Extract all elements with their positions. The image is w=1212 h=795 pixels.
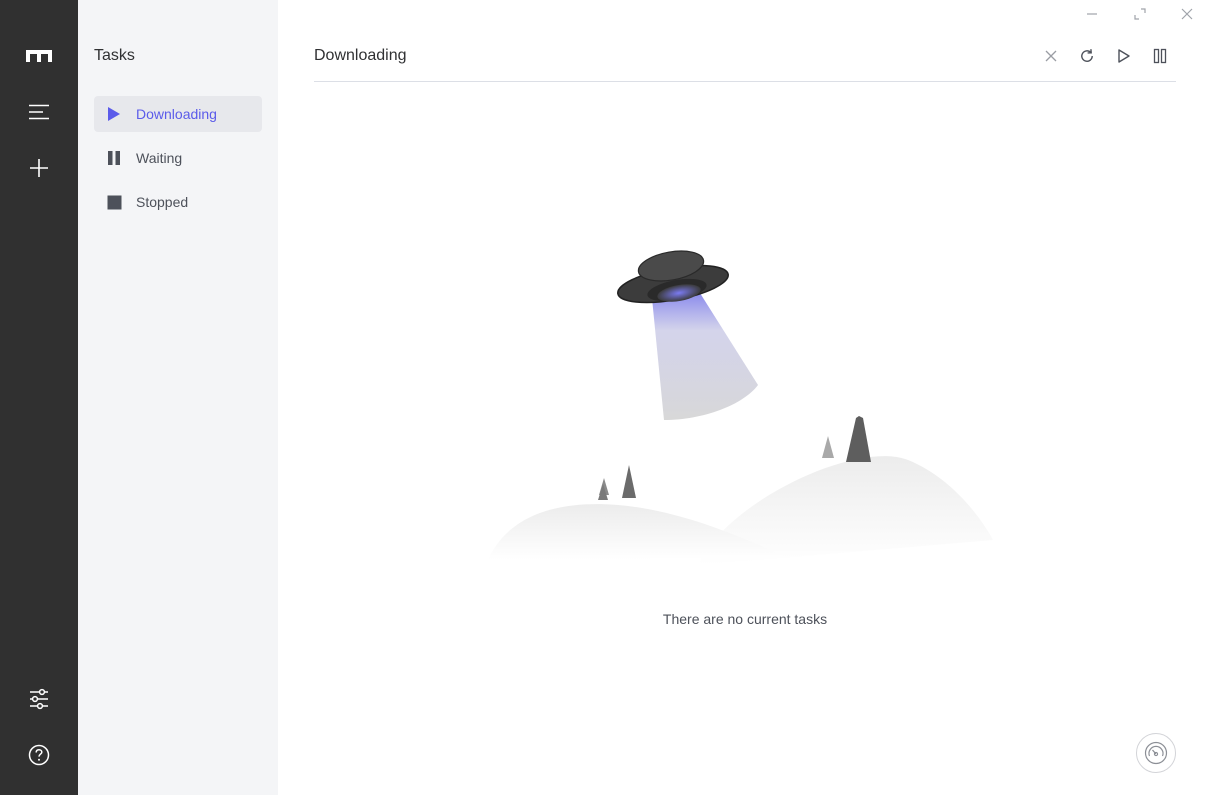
minimize-button[interactable] [1082,4,1102,24]
sidebar-item-label: Downloading [136,106,217,122]
sidebar-item-label: Stopped [136,194,189,210]
close-icon [1181,8,1193,20]
delete-task-button[interactable] [1040,45,1062,67]
question-circle-icon [28,744,50,766]
preferences-button[interactable] [19,679,59,719]
app-logo-icon [19,36,59,76]
sidebar-item-label: Waiting [136,150,183,166]
task-sidebar: Tasks Downloading Waiting Stopped [78,0,278,795]
ufo-illustration [488,250,993,565]
sliders-icon [30,688,48,710]
main-panel: Downloading There are no current tasks [278,0,1212,795]
close-window-button[interactable] [1177,4,1197,24]
sidebar-item-downloading[interactable]: Downloading [94,96,262,132]
empty-state-message: There are no current tasks [662,611,828,627]
stop-icon [106,194,122,210]
sidebar-item-stopped[interactable]: Stopped [94,184,262,220]
refresh-icon [1081,49,1093,62]
minimize-icon [1087,13,1097,15]
page-title: Downloading [314,47,407,64]
speedometer-icon [1144,741,1168,765]
maximize-icon [1134,8,1146,20]
plus-icon [30,159,48,177]
play-icon [106,106,122,122]
refresh-button[interactable] [1076,45,1098,67]
maximize-button[interactable] [1130,4,1150,24]
task-list-button[interactable] [19,92,59,132]
pause-icon [106,150,122,166]
pause-all-button[interactable] [1149,45,1171,67]
sidebar-title: Tasks [94,47,135,64]
help-button[interactable] [19,735,59,775]
pause-outline-icon [1153,48,1167,64]
menu-lines-icon [29,104,49,120]
resume-all-button[interactable] [1113,45,1135,67]
add-task-button[interactable] [19,148,59,188]
list-header: Downloading [314,32,1176,82]
speedometer-button[interactable] [1136,733,1176,773]
sidebar-item-waiting[interactable]: Waiting [94,140,262,176]
app-rail [0,0,78,795]
play-outline-icon [1118,49,1130,63]
close-icon [1045,50,1057,62]
